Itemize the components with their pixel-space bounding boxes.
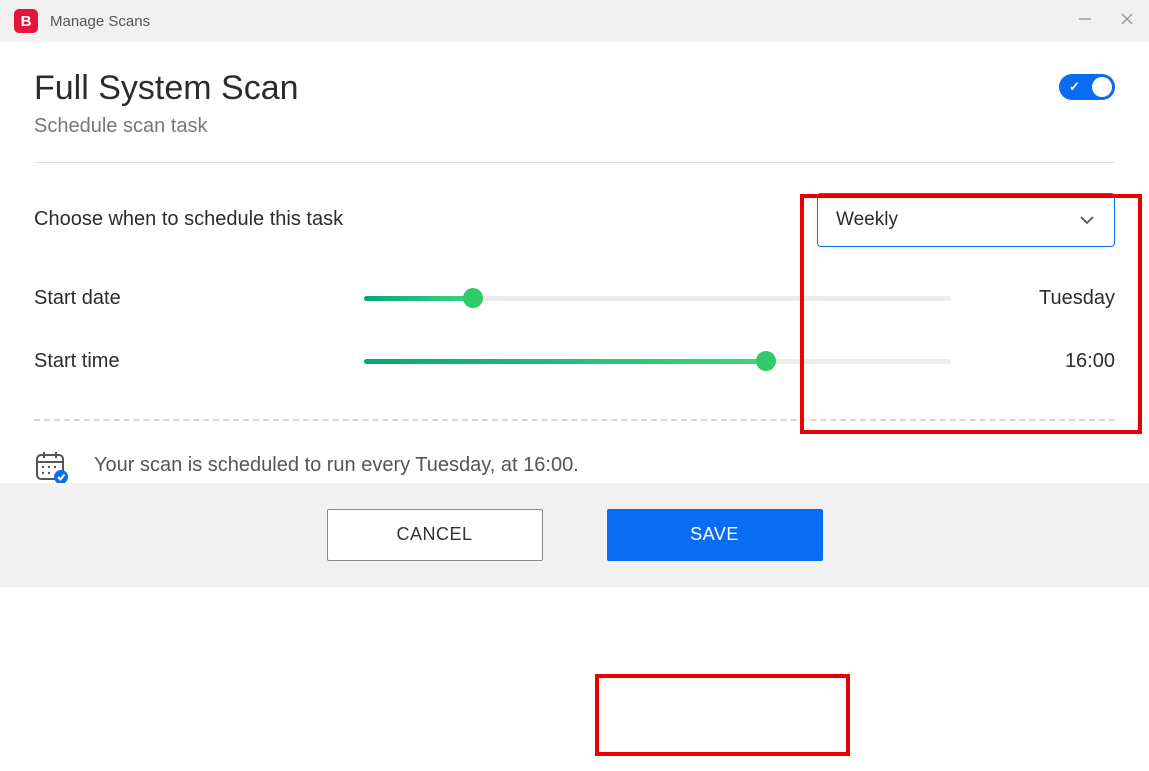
divider <box>34 162 1115 163</box>
start-date-row: Start date Tuesday <box>34 287 1115 310</box>
calendar-check-icon <box>34 449 68 483</box>
cancel-button-label: CANCEL <box>396 524 472 545</box>
dashed-divider <box>34 419 1115 421</box>
start-time-row: Start time 16:00 <box>34 350 1115 373</box>
frequency-selected-value: Weekly <box>836 209 898 231</box>
window-controls <box>1077 11 1135 32</box>
start-date-label: Start date <box>34 287 364 310</box>
close-button[interactable] <box>1119 11 1135 32</box>
frequency-control: Weekly <box>364 193 1115 247</box>
start-time-label: Start time <box>34 350 364 373</box>
annotation-box <box>595 674 850 756</box>
cancel-button[interactable]: CANCEL <box>327 509 543 561</box>
save-button[interactable]: SAVE <box>607 509 823 561</box>
minimize-button[interactable] <box>1077 11 1093 32</box>
footer: CANCEL SAVE <box>0 483 1149 587</box>
start-time-control: 16:00 <box>364 350 1115 373</box>
slider-thumb[interactable] <box>756 351 776 371</box>
start-date-slider[interactable] <box>364 288 951 308</box>
slider-thumb[interactable] <box>463 288 483 308</box>
window-title: Manage Scans <box>50 13 150 30</box>
start-date-value: Tuesday <box>975 287 1115 310</box>
frequency-select[interactable]: Weekly <box>817 193 1115 247</box>
start-time-slider[interactable] <box>364 351 951 371</box>
schedule-toggle[interactable]: ✓ <box>1059 74 1115 100</box>
header-row: Full System Scan Schedule scan task ✓ <box>34 68 1115 138</box>
page-title: Full System Scan <box>34 68 299 109</box>
page-subtitle: Schedule scan task <box>34 115 299 138</box>
app-logo-letter: B <box>21 13 32 30</box>
summary-text: Your scan is scheduled to run every Tues… <box>94 454 579 477</box>
start-date-control: Tuesday <box>364 287 1115 310</box>
check-icon: ✓ <box>1069 79 1080 95</box>
schedule-summary: Your scan is scheduled to run every Tues… <box>34 449 1115 483</box>
frequency-row: Choose when to schedule this task Weekly <box>34 193 1115 247</box>
header-text-block: Full System Scan Schedule scan task <box>34 68 299 138</box>
toggle-knob <box>1092 77 1112 97</box>
save-button-label: SAVE <box>690 524 739 545</box>
chevron-down-icon <box>1078 211 1096 229</box>
frequency-label: Choose when to schedule this task <box>34 208 364 231</box>
app-logo: B <box>14 9 38 33</box>
titlebar: B Manage Scans <box>0 0 1149 42</box>
content-area: Full System Scan Schedule scan task ✓ Ch… <box>0 42 1149 483</box>
start-time-value: 16:00 <box>975 350 1115 373</box>
